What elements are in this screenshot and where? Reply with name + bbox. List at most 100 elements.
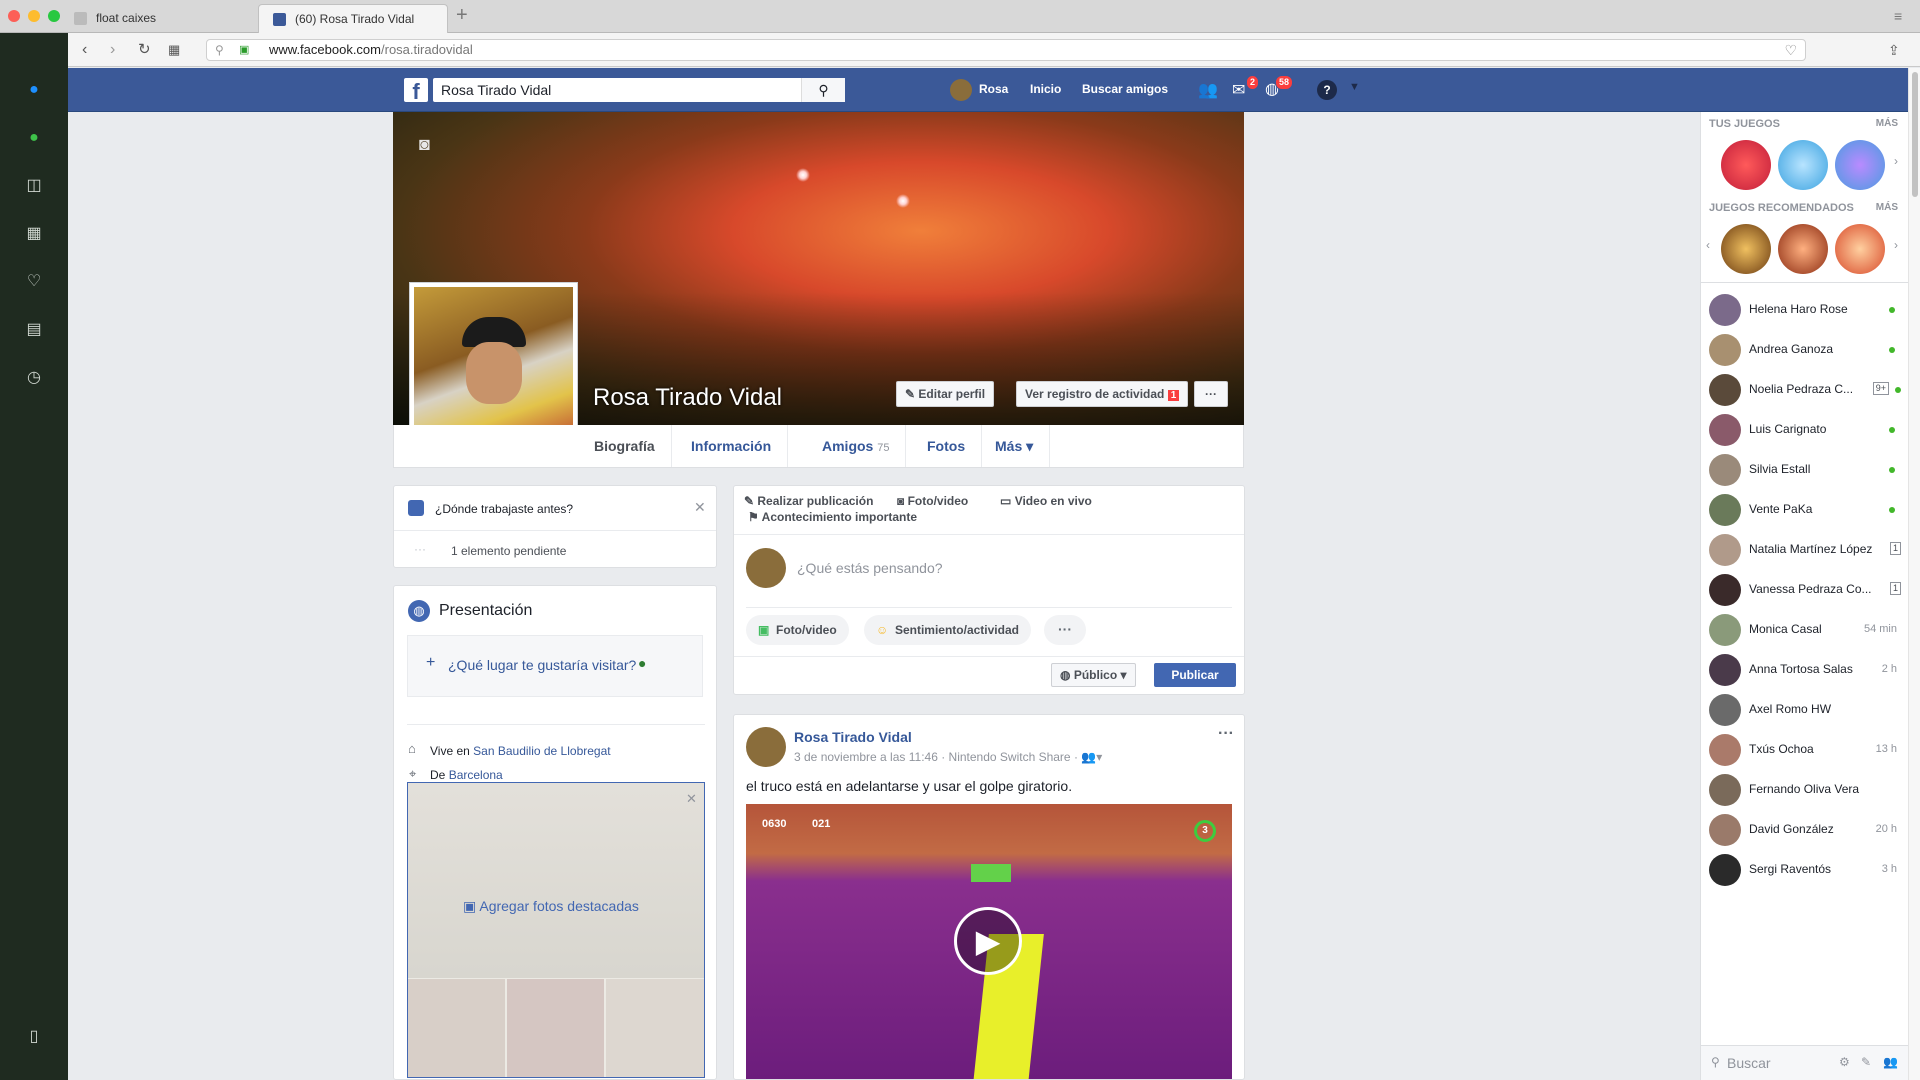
url-field[interactable]: ⚲ ▣ www.facebook.com/rosa.tiradovidal ♡ <box>206 39 1806 61</box>
new-tab-button[interactable]: + <box>456 4 468 27</box>
tab-photos[interactable]: Fotos <box>911 425 983 467</box>
pending-items[interactable]: 1 elemento pendiente <box>451 544 566 558</box>
profile-more-button[interactable]: ··· <box>1194 381 1228 407</box>
page-scrollbar[interactable] <box>1908 68 1920 1080</box>
game-puzzle-icon[interactable] <box>1778 140 1828 190</box>
speed-dial-icon[interactable]: ▦ <box>168 40 180 60</box>
share-icon[interactable]: ⇪ <box>1888 40 1900 60</box>
help-icon[interactable]: ? <box>1317 80 1337 100</box>
next-arrow-icon[interactable]: › <box>1894 154 1898 168</box>
tab-friends[interactable]: Amigos 75 <box>806 425 907 467</box>
friend-row[interactable]: Sergi Raventós 3 h <box>1709 852 1901 886</box>
facebook-search-input[interactable]: Rosa Tirado Vidal ⚲ <box>433 78 845 102</box>
friend-row[interactable]: Noelia Pedraza C... 9+ <box>1709 372 1901 406</box>
nav-home-link[interactable]: Inicio <box>1030 82 1061 96</box>
make-post-tab[interactable]: ✎ Realizar publicación <box>744 494 873 508</box>
friends-audience-icon[interactable]: 👥▾ <box>1081 750 1102 764</box>
friend-row[interactable]: Vanessa Pedraza Co... 1 <box>1709 572 1901 606</box>
friend-row[interactable]: Natalia Martínez López 1 <box>1709 532 1901 566</box>
history-clock-icon[interactable]: ◷ <box>22 366 46 390</box>
edit-profile-button[interactable]: ✎ Editar perfil <box>896 381 995 407</box>
account-menu-caret-icon[interactable]: ▼ <box>1349 81 1360 93</box>
close-icon[interactable]: ✕ <box>694 499 706 516</box>
photo-video-chip[interactable]: ▣ Foto/video <box>746 615 849 645</box>
activity-log-button[interactable]: Ver registro de actividad 1 <box>1016 381 1189 407</box>
tab-timeline[interactable]: Biografía <box>578 425 672 467</box>
audience-selector[interactable]: ◍ Público ▾ <box>1051 663 1136 687</box>
play-icon[interactable]: ▶ <box>954 907 1022 975</box>
feeling-activity-chip[interactable]: ☺ Sentimiento/actividad <box>864 615 1031 645</box>
your-games-more-link[interactable]: MÁS <box>1876 118 1898 129</box>
life-event-tab[interactable]: ⚑ Acontecimiento importante <box>748 510 917 524</box>
panel-toggle-icon[interactable]: ▯ <box>22 1025 46 1049</box>
scrollbar-thumb[interactable] <box>1912 72 1918 197</box>
live-video-tab[interactable]: ▭ Video en vivo <box>1000 494 1092 508</box>
recommended-games-more-link[interactable]: MÁS <box>1876 202 1898 213</box>
more-options-chip[interactable]: ··· <box>1044 615 1086 645</box>
news-icon[interactable]: ▤ <box>22 318 46 342</box>
publish-button[interactable]: Publicar <box>1154 663 1236 687</box>
tab-about[interactable]: Información <box>675 425 789 467</box>
maximize-window-button[interactable] <box>48 10 60 22</box>
reload-button[interactable]: ↻ <box>138 40 151 60</box>
tab-facebook-profile[interactable]: (60) Rosa Tirado Vidal <box>258 4 448 33</box>
messenger-icon[interactable]: ● <box>22 78 46 102</box>
photo-video-tab[interactable]: ◙ Foto/video <box>897 494 968 508</box>
search-icon[interactable]: ⚲ <box>801 78 845 102</box>
visit-prompt-box[interactable]: + ¿Qué lugar te gustaría visitar? ● <box>407 635 703 697</box>
game-candy-crush-icon[interactable] <box>1721 140 1771 190</box>
friend-row[interactable]: Monica Casal 54 min <box>1709 612 1901 646</box>
back-button[interactable]: ‹ <box>82 40 87 60</box>
forward-button[interactable]: › <box>110 40 115 60</box>
tab-float-caixes[interactable]: float caixes <box>60 4 258 33</box>
featured-photos-box[interactable]: ✕ ▣ Agregar fotos destacadas <box>407 782 705 1078</box>
nav-user-link[interactable]: Rosa <box>979 82 1008 96</box>
bookmark-heart-icon[interactable]: ♡ <box>1784 40 1797 60</box>
from-place-link[interactable]: Barcelona <box>449 768 503 782</box>
next-arrow-icon[interactable]: › <box>1894 238 1898 252</box>
friend-row[interactable]: Silvia Estall <box>1709 452 1901 486</box>
prev-arrow-icon[interactable]: ‹ <box>1706 238 1710 252</box>
close-window-button[interactable] <box>8 10 20 22</box>
tab-more[interactable]: Más ▾ <box>979 425 1051 467</box>
user-avatar[interactable] <box>950 79 972 101</box>
speed-dial-icon[interactable]: ▦ <box>22 222 46 246</box>
game-recommended-icon[interactable] <box>1835 224 1885 274</box>
friend-requests-icon[interactable]: 👥 <box>1198 80 1218 100</box>
new-message-icon[interactable]: ✎ <box>1861 1055 1871 1069</box>
friend-row[interactable]: Anna Tortosa Salas 2 h <box>1709 652 1901 686</box>
tab-list-icon[interactable]: ≡ <box>1894 8 1902 24</box>
lives-in-place-link[interactable]: San Baudilio de Llobregat <box>473 744 610 758</box>
friend-row[interactable]: Andrea Ganoza <box>1709 332 1901 366</box>
chat-search-input[interactable]: Buscar <box>1727 1055 1771 1071</box>
messages-icon[interactable]: ✉ <box>1232 80 1245 100</box>
close-icon[interactable]: ✕ <box>686 791 697 807</box>
status-input[interactable]: ¿Qué estás pensando? <box>797 560 943 576</box>
work-prompt-link[interactable]: ¿Dónde trabajaste antes? <box>435 502 573 516</box>
post-video[interactable]: 0630 021 3 ▶ <box>746 804 1232 1079</box>
add-featured-photos-link[interactable]: ▣ Agregar fotos destacadas <box>463 898 639 915</box>
minimize-window-button[interactable] <box>28 10 40 22</box>
friend-row[interactable]: Luis Carignato <box>1709 412 1901 446</box>
game-recommended-icon[interactable] <box>1721 224 1771 274</box>
friend-row[interactable]: Fernando Oliva Vera <box>1709 772 1901 806</box>
friend-row[interactable]: Vente PaKa <box>1709 492 1901 526</box>
camera-icon[interactable]: ◫ <box>22 174 46 198</box>
nav-find-friends-link[interactable]: Buscar amigos <box>1082 82 1168 96</box>
camera-icon[interactable]: ◙ <box>419 134 430 155</box>
whatsapp-icon[interactable]: ● <box>22 126 46 150</box>
friend-row[interactable]: David González 20 h <box>1709 812 1901 846</box>
visit-prompt-link[interactable]: ¿Qué lugar te gustaría visitar? <box>448 657 636 673</box>
facebook-logo-icon[interactable]: f <box>404 78 428 102</box>
game-pet-rescue-icon[interactable] <box>1835 140 1885 190</box>
friend-row[interactable]: Txús Ochoa 13 h <box>1709 732 1901 766</box>
create-group-icon[interactable]: 👥 <box>1883 1055 1898 1069</box>
friend-row[interactable]: Axel Romo HW <box>1709 692 1901 726</box>
friend-row[interactable]: Helena Haro Rose <box>1709 292 1901 326</box>
game-recommended-icon[interactable] <box>1778 224 1828 274</box>
post-options-button[interactable]: ··· <box>1218 725 1234 743</box>
settings-gear-icon[interactable]: ⚙ <box>1839 1055 1850 1069</box>
bookmarks-heart-icon[interactable]: ♡ <box>22 270 46 294</box>
author-avatar[interactable] <box>746 727 786 767</box>
post-author-link[interactable]: Rosa Tirado Vidal <box>794 729 912 745</box>
